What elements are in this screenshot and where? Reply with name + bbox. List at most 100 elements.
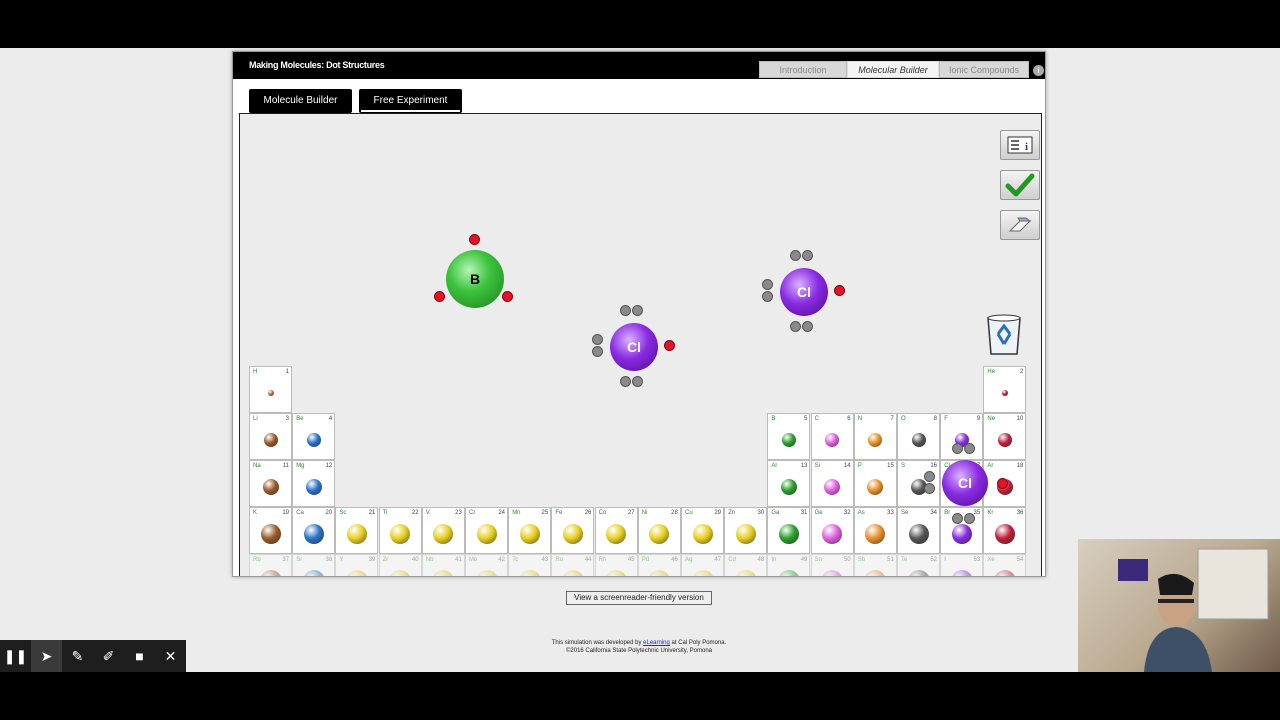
tab-ionic-compounds[interactable]: Ionic Compounds bbox=[939, 61, 1029, 78]
lone-pair-electron[interactable] bbox=[802, 321, 813, 332]
pause-icon[interactable]: ❚❚ bbox=[0, 640, 31, 672]
pen-icon[interactable]: ✎ bbox=[62, 640, 93, 672]
element-cell-in[interactable]: In 49 bbox=[767, 554, 811, 576]
element-cell-be[interactable]: Be 4 bbox=[292, 413, 336, 460]
lone-pair-electron[interactable] bbox=[790, 321, 801, 332]
lone-pair-electron[interactable] bbox=[802, 250, 813, 261]
highlighter-icon[interactable]: ✐ bbox=[93, 640, 124, 672]
electron-dot[interactable] bbox=[434, 291, 445, 302]
element-cell-kr[interactable]: Kr 36 bbox=[983, 507, 1027, 554]
element-cell-ag[interactable]: Ag 47 bbox=[681, 554, 724, 576]
element-cell-cu[interactable]: Cu 29 bbox=[681, 507, 724, 554]
electron-dot[interactable] bbox=[997, 478, 1008, 489]
element-cell-na[interactable]: Na 11 bbox=[249, 460, 292, 507]
element-cell-rb[interactable]: Rb 37 bbox=[249, 554, 292, 576]
camera-icon[interactable]: ■ bbox=[124, 640, 155, 672]
element-atom-icon bbox=[433, 524, 454, 545]
element-cell-pd[interactable]: Pd 46 bbox=[637, 554, 681, 576]
info-sheet-button[interactable]: i bbox=[1000, 130, 1040, 160]
element-cell-ge[interactable]: Ge 32 bbox=[810, 507, 854, 554]
elearning-link[interactable]: eLearning bbox=[643, 640, 670, 646]
element-cell-as[interactable]: As 33 bbox=[853, 507, 897, 554]
element-cell-mn[interactable]: Mn 25 bbox=[508, 507, 552, 554]
lone-pair-electron[interactable] bbox=[790, 250, 801, 261]
element-cell-ti[interactable]: Ti 22 bbox=[378, 507, 422, 554]
lone-pair-electron[interactable] bbox=[952, 443, 963, 454]
lone-pair-electron[interactable] bbox=[964, 443, 975, 454]
element-cell-y[interactable]: Y 39 bbox=[335, 554, 379, 576]
free-experiment-button[interactable]: Free Experiment bbox=[359, 89, 462, 113]
element-cell-h[interactable]: H1 bbox=[249, 366, 292, 413]
element-cell-tc[interactable]: Tc 43 bbox=[508, 554, 552, 576]
lone-pair-electron[interactable] bbox=[620, 305, 631, 316]
pointer-icon[interactable]: ➤ bbox=[31, 640, 62, 672]
eraser-button[interactable] bbox=[1000, 210, 1040, 240]
lone-pair-electron[interactable] bbox=[924, 471, 935, 482]
element-cell-k[interactable]: K 19 bbox=[249, 507, 292, 554]
element-cell-v[interactable]: V 23 bbox=[421, 507, 465, 554]
element-cell-he[interactable]: He 2 bbox=[983, 366, 1027, 413]
element-cell-xe[interactable]: Xe 54 bbox=[983, 554, 1027, 576]
close-icon[interactable]: ✕ bbox=[155, 640, 186, 672]
element-cell-al[interactable]: Al 13 bbox=[767, 460, 811, 507]
element-cell-p[interactable]: P 15 bbox=[853, 460, 897, 507]
element-cell-b[interactable]: B5 bbox=[767, 413, 811, 460]
lone-pair-electron[interactable] bbox=[592, 334, 603, 345]
element-cell-ni[interactable]: Ni 28 bbox=[637, 507, 681, 554]
electron-dot[interactable] bbox=[469, 234, 480, 245]
element-cell-te[interactable]: Te 52 bbox=[897, 554, 940, 576]
boron-atom[interactable]: B bbox=[446, 250, 504, 308]
electron-dot[interactable] bbox=[834, 285, 845, 296]
element-cell-sc[interactable]: Sc 21 bbox=[335, 507, 379, 554]
molecule-builder-button[interactable]: Molecule Builder bbox=[249, 89, 352, 113]
element-cell-fe[interactable]: Fe 26 bbox=[551, 507, 595, 554]
lone-pair-electron[interactable] bbox=[620, 376, 631, 387]
element-cell-cd[interactable]: Cd 48 bbox=[724, 554, 768, 576]
workspace-canvas[interactable]: i B Cl Cl H 1 He 2 Li 3 Be 4 B 5 C 6 N 7… bbox=[239, 113, 1042, 576]
info-icon[interactable]: i bbox=[1033, 65, 1044, 76]
element-cell-si[interactable]: Si 14 bbox=[810, 460, 854, 507]
lone-pair-electron[interactable] bbox=[632, 305, 643, 316]
lone-pair-electron[interactable] bbox=[592, 346, 603, 357]
element-cell-o[interactable]: O8 bbox=[897, 413, 940, 460]
element-cell-mo[interactable]: Mo 42 bbox=[465, 554, 508, 576]
tab-introduction[interactable]: Introduction bbox=[759, 61, 847, 78]
element-cell-ca[interactable]: Ca 20 bbox=[292, 507, 336, 554]
tab-molecular-builder[interactable]: Molecular Builder bbox=[847, 61, 939, 78]
element-cell-li[interactable]: Li 3 bbox=[249, 413, 292, 460]
lone-pair-electron[interactable] bbox=[762, 279, 773, 290]
chlorine-atom[interactable]: Cl bbox=[780, 268, 828, 316]
element-cell-ru[interactable]: Ru 44 bbox=[551, 554, 595, 576]
lone-pair-electron[interactable] bbox=[952, 513, 963, 524]
element-cell-cr[interactable]: Cr 24 bbox=[465, 507, 508, 554]
element-cell-zn[interactable]: Zn 30 bbox=[724, 507, 768, 554]
lone-pair-electron[interactable] bbox=[964, 513, 975, 524]
lone-pair-electron[interactable] bbox=[632, 376, 643, 387]
element-cell-se[interactable]: Se 34 bbox=[897, 507, 940, 554]
element-cell-mg[interactable]: Mg 12 bbox=[292, 460, 336, 507]
element-cell-s[interactable]: S 16 bbox=[897, 460, 940, 507]
element-cell-n[interactable]: N7 bbox=[853, 413, 897, 460]
chlorine-atom[interactable]: Cl bbox=[610, 323, 658, 371]
element-cell-nb[interactable]: Nb 41 bbox=[421, 554, 465, 576]
element-cell-c[interactable]: C6 bbox=[810, 413, 854, 460]
element-atom-icon bbox=[1001, 390, 1008, 397]
element-cell-co[interactable]: Co 27 bbox=[594, 507, 638, 554]
element-cell-ne[interactable]: Ne 10 bbox=[983, 413, 1027, 460]
element-cell-sr[interactable]: Sr 38 bbox=[292, 554, 336, 576]
element-cell-sb[interactable]: Sb 51 bbox=[853, 554, 897, 576]
electron-dot[interactable] bbox=[664, 340, 675, 351]
element-cell-zr[interactable]: Zr 40 bbox=[378, 554, 422, 576]
element-cell-sn[interactable]: Sn 50 bbox=[810, 554, 854, 576]
dragged-chlorine-atom[interactable]: Cl bbox=[942, 460, 988, 506]
check-button[interactable] bbox=[1000, 170, 1040, 200]
recycle-bin-icon[interactable] bbox=[984, 312, 1024, 356]
element-cell-i[interactable]: I 53 bbox=[940, 554, 984, 576]
element-cell-rh[interactable]: Rh 45 bbox=[594, 554, 638, 576]
screenreader-version-link[interactable]: View a screenreader-friendly version bbox=[566, 591, 712, 605]
element-cell-f[interactable]: F9 bbox=[940, 413, 984, 460]
lone-pair-electron[interactable] bbox=[924, 483, 935, 494]
electron-dot[interactable] bbox=[502, 291, 513, 302]
lone-pair-electron[interactable] bbox=[762, 291, 773, 302]
element-cell-ga[interactable]: Ga 31 bbox=[767, 507, 811, 554]
